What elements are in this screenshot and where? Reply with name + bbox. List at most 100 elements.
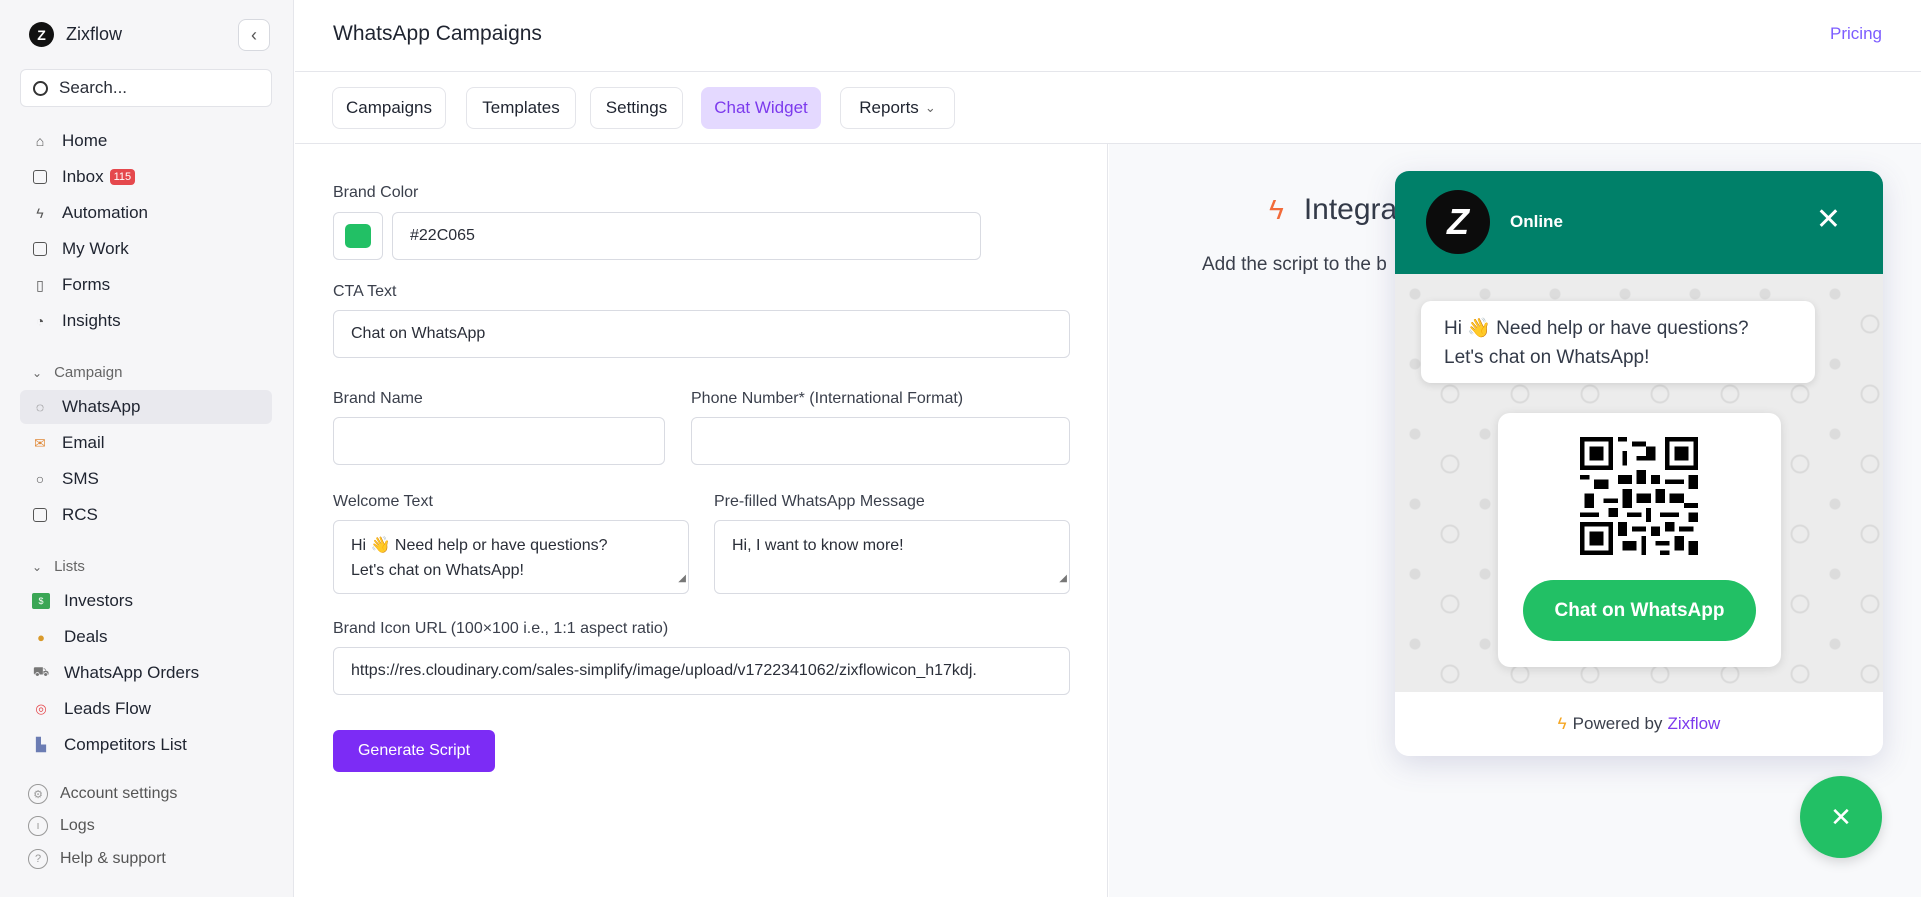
brand-color-input[interactable]: #22C065 (392, 212, 981, 260)
tab-templates[interactable]: Templates (466, 87, 576, 129)
sidebar-item-sms[interactable]: ○ SMS (20, 462, 272, 496)
sidebar-item-whatsapp[interactable]: ◌ WhatsApp (20, 390, 272, 424)
qr-code-icon[interactable] (1580, 437, 1698, 555)
automation-icon: ϟ (36, 205, 44, 221)
cta-text-label: CTA Text (333, 283, 397, 300)
sidebar-item-label: My Work (62, 239, 129, 258)
tab-reports[interactable]: Reports ⌄ (840, 87, 955, 129)
close-icon[interactable]: ✕ (1816, 205, 1841, 235)
generate-script-button[interactable]: Generate Script (333, 730, 495, 772)
sidebar-item-label: Home (62, 131, 108, 150)
tab-bar: Campaigns Templates Settings Chat Widget… (295, 72, 1921, 144)
search-input[interactable]: Search... (20, 69, 272, 107)
footer-label: Logs (60, 817, 95, 834)
prefilled-message-textarea[interactable]: Hi, I want to know more! ◢ (714, 520, 1070, 594)
tab-settings[interactable]: Settings (590, 87, 683, 129)
sidebar-item-insights[interactable]: ◔ Insights (20, 304, 272, 338)
chevron-down-icon: ⌄ (32, 559, 43, 574)
my-work-icon (32, 241, 48, 257)
sidebar-item-automation[interactable]: ϟ Automation (20, 196, 272, 230)
sidebar-item-label: Deals (64, 627, 108, 646)
sidebar-item-home[interactable]: ⌂ Home (20, 124, 272, 158)
phone-number-label: Phone Number* (International Format) (691, 390, 964, 407)
widget-toggle-button[interactable]: ✕ (1800, 776, 1882, 858)
sidebar-item-my-work[interactable]: My Work (20, 232, 272, 266)
sidebar-item-competitors-list[interactable]: ▙ Competitors List (20, 728, 272, 762)
cta-text-input[interactable]: Chat on WhatsApp (333, 310, 1070, 358)
chevron-down-icon: ⌄ (32, 365, 43, 380)
sidebar-item-label: RCS (62, 505, 98, 524)
page-title: WhatsApp Campaigns (333, 22, 542, 45)
tab-campaigns[interactable]: Campaigns (332, 87, 446, 129)
forms-icon: ▯ (36, 276, 44, 293)
qr-card: Chat on WhatsApp (1498, 413, 1781, 667)
chevron-down-icon: ⌄ (924, 100, 936, 115)
brand-color-picker[interactable] (333, 212, 383, 260)
prefilled-message-text: Hi, I want to know more! (732, 537, 904, 554)
welcome-text-textarea[interactable]: Hi 👋 Need help or have questions? Let's … (333, 520, 689, 594)
brand-avatar: Z (1426, 190, 1490, 254)
phone-number-input[interactable] (691, 417, 1070, 465)
resize-handle-icon[interactable]: ◢ (678, 566, 686, 591)
brand-icon-url-input[interactable]: https://res.cloudinary.com/sales-simplif… (333, 647, 1070, 695)
sidebar-item-label: WhatsApp Orders (64, 663, 200, 682)
search-placeholder: Search... (59, 78, 128, 97)
email-icon: ✉ (34, 434, 46, 451)
whatsapp-icon: ◌ (35, 399, 45, 415)
tab-chat-widget[interactable]: Chat Widget (701, 87, 821, 129)
help-icon: ? (28, 849, 48, 869)
brand-name-label: Brand Name (333, 390, 423, 407)
brand-name-input[interactable] (333, 417, 665, 465)
sidebar-item-inbox[interactable]: Inbox 115 (20, 160, 272, 194)
section-campaign[interactable]: ⌄ Campaign (32, 364, 122, 381)
search-icon (33, 80, 48, 96)
welcome-bubble: Hi 👋 Need help or have questions? Let's … (1421, 301, 1815, 383)
chevron-left-icon: ‹ (251, 24, 257, 45)
collapse-sidebar-button[interactable]: ‹ (238, 19, 270, 51)
zixflow-link[interactable]: Zixflow (1667, 714, 1720, 734)
sidebar-item-rcs[interactable]: RCS (20, 498, 272, 532)
sidebar-item-label: Email (62, 433, 105, 452)
sidebar-item-email[interactable]: ✉ Email (20, 426, 272, 460)
home-icon: ⌂ (35, 133, 45, 149)
section-lists[interactable]: ⌄ Lists (32, 558, 85, 575)
pricing-link[interactable]: Pricing (1830, 24, 1882, 44)
zixflow-logo-icon: Z (29, 22, 54, 47)
sidebar-item-label: Automation (62, 203, 148, 222)
prefilled-message-label: Pre-filled WhatsApp Message (714, 493, 925, 510)
sidebar-item-leads-flow[interactable]: ◎ Leads Flow (20, 692, 272, 726)
sidebar-item-label: Investors (64, 591, 133, 610)
sidebar-item-investors[interactable]: $ Investors (20, 584, 272, 618)
tab-label: Templates (482, 98, 560, 117)
help-support-link[interactable]: ? Help & support (28, 849, 166, 869)
welcome-text-label: Welcome Text (333, 493, 433, 510)
powered-by-text: Powered by (1572, 714, 1663, 733)
sidebar-item-deals[interactable]: ● Deals (20, 620, 272, 654)
tab-label: Reports (859, 98, 919, 117)
sidebar-item-whatsapp-orders[interactable]: ⛟ WhatsApp Orders (20, 656, 272, 690)
brand-name: Zixflow (66, 24, 123, 44)
top-bar: WhatsApp Campaigns Pricing (295, 0, 1921, 72)
sidebar-item-label: WhatsApp (62, 397, 141, 416)
sidebar-item-forms[interactable]: ▯ Forms (20, 268, 272, 302)
brand[interactable]: Z Zixflow (29, 22, 122, 47)
money-bag-icon: ● (37, 629, 45, 645)
sms-icon: ○ (35, 471, 45, 487)
welcome-text-line: Hi 👋 Need help or have questions? (351, 537, 608, 554)
sidebar-item-label: Insights (62, 311, 121, 330)
widget-body: Hi 👋 Need help or have questions? Let's … (1395, 274, 1883, 692)
close-icon: ✕ (1830, 801, 1852, 832)
account-settings-link[interactable]: ⚙ Account settings (28, 784, 177, 804)
tab-label: Chat Widget (714, 98, 808, 117)
resize-handle-icon[interactable]: ◢ (1059, 566, 1067, 591)
tab-label: Settings (605, 98, 668, 117)
integration-subtitle: Add the script to the b (1202, 254, 1387, 275)
unread-count-badge: 115 (109, 169, 136, 185)
chat-on-whatsapp-button[interactable]: Chat on WhatsApp (1523, 580, 1756, 641)
sidebar: Z Zixflow ‹ Search... ⌂ Home Inbox 115 ϟ… (0, 0, 294, 897)
lightning-icon: ϟ (1269, 194, 1284, 225)
insights-icon: ◔ (35, 313, 45, 329)
rcs-icon (32, 507, 48, 523)
widget-footer: ϟ Powered by Zixflow (1395, 692, 1883, 756)
logs-link[interactable]: ı Logs (28, 816, 95, 836)
